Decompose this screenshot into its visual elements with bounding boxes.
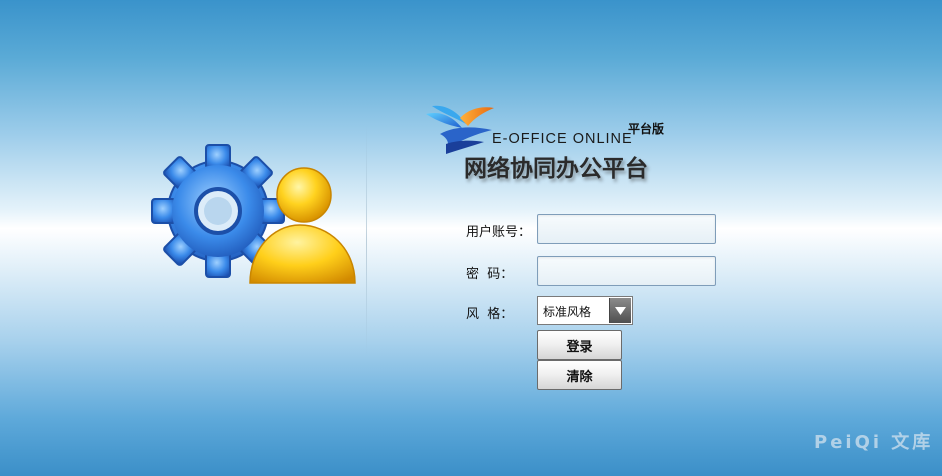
gear-user-icon [150,143,365,293]
watermark-text: PeiQi 文库 [814,432,934,453]
style-label: 风 格： [466,307,514,322]
logo-chinese-name: 网络协同办公平台 [464,156,648,182]
username-input[interactable] [537,214,716,244]
logo-edition: 平台版 [628,122,665,136]
logo-english-name: E-OFFICE ONLINE [492,131,633,147]
vertical-divider [366,125,367,355]
style-select-value: 标准风格 [543,305,592,319]
login-button[interactable]: 登录 [537,330,622,360]
clear-button[interactable]: 清除 [537,360,622,390]
username-label: 用户账号： [466,225,532,240]
product-logo: E-OFFICE ONLINE 平台版 网络协同办公平台 [424,104,684,184]
password-label: 密 码： [466,267,514,282]
style-select[interactable]: 标准风格 [537,296,633,325]
password-input[interactable] [537,256,716,286]
triangle-down-icon[interactable] [609,298,631,323]
